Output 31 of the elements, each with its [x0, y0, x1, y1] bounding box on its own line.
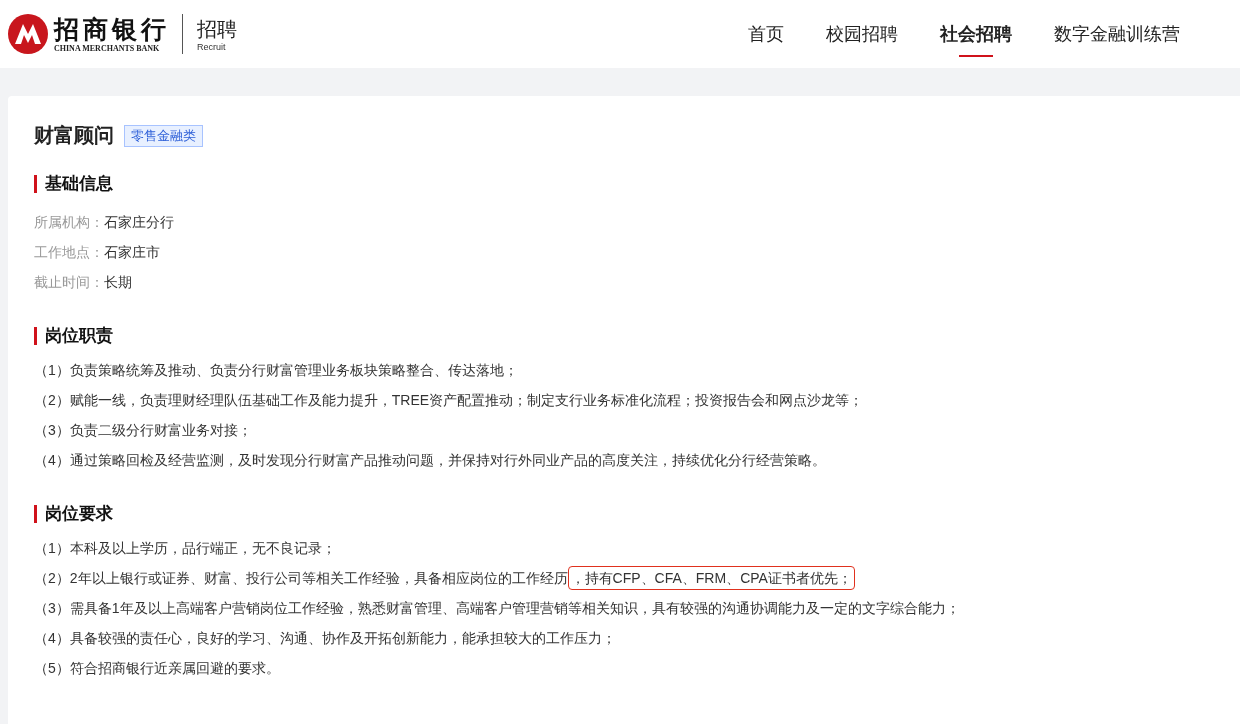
list-item-text: （3）需具备1年及以上高端客户营销岗位工作经验，熟悉财富管理、高端客户管理营销等相关知识，具有较强的沟通协调能力及一定的文字综合能力； [34, 599, 960, 618]
field-label: 截止时间： [34, 274, 104, 290]
bank-logo-icon [8, 14, 48, 54]
nav-tab[interactable]: 社会招聘 [940, 0, 1012, 68]
job-title: 财富顾问 [34, 123, 114, 148]
nav-tab[interactable]: 校园招聘 [826, 0, 898, 68]
field-value: 长期 [104, 274, 132, 290]
list-item-text: （4）通过策略回检及经营监测，及时发现分行财富产品推动问题，并保持对行外同业产品的高度关注，持续优化分行经营策略。 [34, 451, 826, 470]
list-item-text: （5）符合招商银行近亲属回避的要求。 [34, 659, 280, 678]
highlighted-text: ，持有CFP、CFA、FRM、CPA证书者优先； [567, 566, 855, 590]
bank-name: 招商银行 [54, 15, 170, 44]
field-label: 所属机构： [34, 214, 104, 230]
bank-english-name: CHINA MERCHANTS BANK [54, 43, 161, 53]
field-label: 工作地点： [34, 244, 104, 260]
nav-tab[interactable]: 数字金融训练营 [1054, 0, 1180, 68]
field-value: 石家庄市 [104, 244, 160, 260]
list-item-text: （2）赋能一线，负责理财经理队伍基础工作及能力提升，TREE资产配置推动；制定支行业务标准化流程；投资报告会和网点沙龙等； [34, 391, 864, 410]
list-item-text: （2）2年以上银行或证券、财富、投行公司等相关工作经验，具备相应岗位的工作经历 [34, 570, 568, 586]
list-item-text: （4）具备较强的责任心，良好的学习、沟通、协作及开拓创新能力，能承担较大的工作压力； [34, 629, 616, 648]
list-item-text: （1）负责策略统筹及推动、负责分行财富管理业务板块策略整合、传达落地； [34, 361, 518, 380]
recruit-title: 招聘 [197, 17, 237, 42]
category-tag: 零售金融类 [124, 124, 203, 147]
nav-tab[interactable]: 首页 [748, 0, 784, 68]
section-heading: 岗位职责 [34, 327, 1214, 345]
list-item-text: （1）本科及以上学历，品行端正，无不良记录； [34, 539, 336, 558]
active-tab-indicator [959, 55, 993, 57]
section-heading: 基础信息 [34, 175, 1214, 193]
recruit-subtitle: Recruit [197, 42, 227, 52]
list-item-text: （3）负责二级分行财富业务对接； [34, 421, 252, 440]
section-heading: 岗位要求 [34, 505, 1214, 523]
field-value: 石家庄分行 [104, 214, 174, 230]
